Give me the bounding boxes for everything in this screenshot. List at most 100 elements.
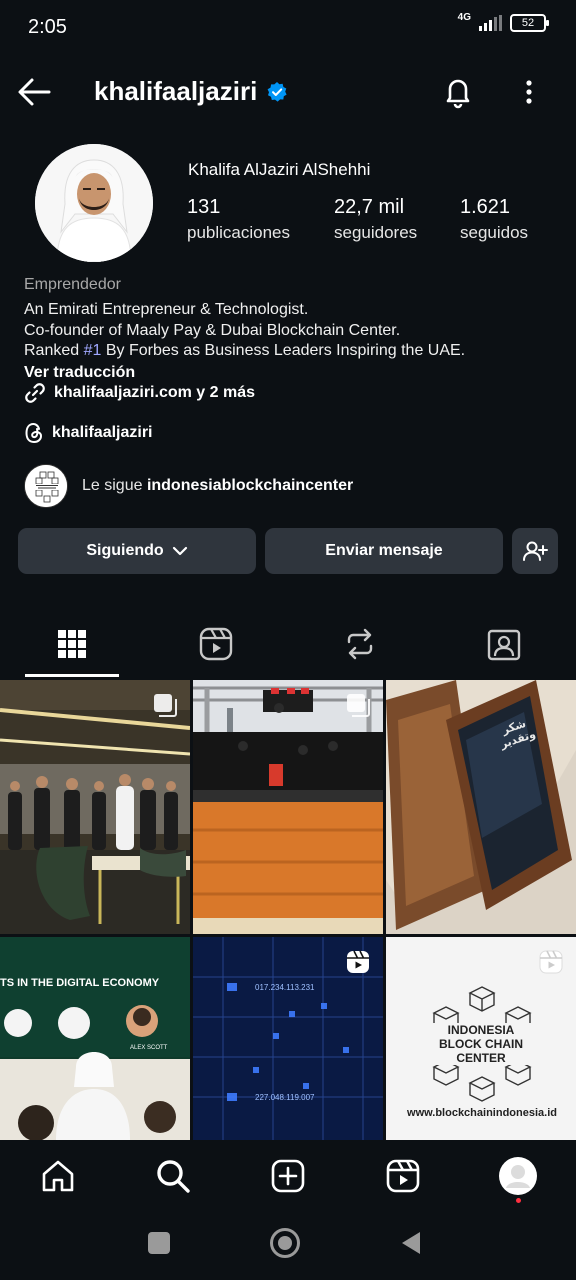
website-link[interactable]: khalifaaljaziri.com y 2 más bbox=[24, 382, 255, 404]
signal-icon bbox=[479, 15, 502, 31]
bio-section: Emprendedor An Emirati Entrepreneur & Te… bbox=[24, 276, 554, 384]
chevron-down-icon bbox=[172, 546, 187, 556]
threads-link[interactable]: khalifaaljaziri bbox=[24, 422, 153, 444]
arrow-left-icon bbox=[18, 78, 51, 106]
stat-label: publicaciones bbox=[187, 223, 291, 242]
post-image bbox=[386, 680, 576, 934]
ip-label: 017.234.113.231 bbox=[255, 983, 315, 992]
home-icon bbox=[42, 1160, 74, 1192]
post-thumbnail[interactable] bbox=[0, 680, 190, 934]
tab-reposts[interactable] bbox=[288, 612, 432, 676]
category-label: Emprendedor bbox=[24, 276, 121, 293]
reel-icon bbox=[347, 950, 369, 973]
following-button[interactable]: Siguiendo bbox=[18, 528, 256, 574]
search-icon bbox=[157, 1160, 190, 1193]
tab-tagged[interactable] bbox=[432, 612, 576, 676]
battery-icon: 52 bbox=[510, 14, 549, 32]
post-caption-overlay: TS IN THE DIGITAL ECONOMY bbox=[0, 977, 160, 989]
username: khalifaaljaziri bbox=[94, 76, 258, 106]
post-thumbnail[interactable]: شكر وتقدير bbox=[386, 680, 576, 934]
network-type: 4G bbox=[457, 11, 471, 23]
post-url-text: www.blockchainindonesia.id bbox=[407, 1107, 557, 1119]
nav-profile[interactable] bbox=[498, 1156, 538, 1196]
add-person-icon bbox=[523, 541, 548, 561]
tab-reels[interactable] bbox=[144, 612, 288, 676]
post-thumbnail[interactable]: 017.234.113.231 227.048.119.007 bbox=[193, 937, 383, 1140]
threads-handle: khalifaaljaziri bbox=[52, 424, 153, 441]
status-icons: 4G 52 bbox=[457, 11, 549, 32]
back-button[interactable] bbox=[16, 76, 52, 108]
grid-icon bbox=[58, 630, 86, 658]
followed-by-text: Le sigue indonesiablockchaincenter bbox=[82, 477, 353, 495]
nav-home[interactable] bbox=[38, 1156, 78, 1196]
status-time: 2:05 bbox=[28, 16, 67, 38]
see-translation-link[interactable]: Ver traducción bbox=[24, 362, 554, 384]
reel-icon bbox=[539, 950, 563, 974]
nav-reels[interactable] bbox=[383, 1156, 423, 1196]
verified-badge-icon bbox=[267, 81, 287, 102]
website-link-text: khalifaaljaziri.com y 2 más bbox=[54, 384, 255, 401]
status-bar: 2:05 4G 52 bbox=[0, 0, 576, 56]
post-thumbnail[interactable]: TS IN THE DIGITAL ECONOMY ALEX SCOTT bbox=[0, 937, 190, 1140]
stat-label: seguidores bbox=[334, 223, 418, 242]
active-tab-indicator bbox=[25, 674, 119, 677]
stat-label: seguidos bbox=[460, 223, 529, 242]
bio-text: By Forbes as Business Leaders Inspiring … bbox=[101, 342, 466, 359]
more-options-button[interactable] bbox=[516, 74, 542, 110]
stat-value: 1.621 bbox=[460, 196, 511, 218]
bio-line: Co-founder of Maaly Pay & Dubai Blockcha… bbox=[24, 321, 401, 339]
bio-text: Ranked bbox=[24, 342, 84, 359]
hashtag-link[interactable]: #1 bbox=[84, 342, 102, 359]
post-image bbox=[0, 680, 190, 934]
ip-label: 227.048.119.007 bbox=[255, 1093, 315, 1102]
post-image bbox=[0, 937, 190, 1140]
followed-by-prefix: Le sigue bbox=[82, 477, 147, 494]
profile-tabs bbox=[0, 612, 576, 676]
tagged-icon bbox=[487, 629, 521, 661]
indonesia-blockchain-logo bbox=[25, 465, 67, 507]
panelist-name: ALEX SCOTT bbox=[130, 1045, 168, 1051]
bell-icon bbox=[446, 79, 470, 109]
repost-icon bbox=[347, 628, 373, 660]
carousel-icon bbox=[347, 694, 370, 717]
mutual-follower-avatar bbox=[24, 464, 68, 508]
home-button[interactable] bbox=[270, 1228, 300, 1258]
posts-count[interactable]: 131 publicaciones bbox=[187, 196, 290, 243]
suggest-people-button[interactable] bbox=[512, 528, 558, 574]
message-button[interactable]: Enviar mensaje bbox=[265, 528, 503, 574]
bio-line: Ranked #1 By Forbes as Business Leaders … bbox=[24, 341, 554, 362]
following-label: Siguiendo bbox=[86, 542, 164, 559]
mutual-followers[interactable]: Le sigue indonesiablockchaincenter bbox=[24, 464, 353, 508]
profile-avatar[interactable] bbox=[35, 144, 153, 262]
stat-value: 131 bbox=[187, 196, 221, 218]
back-triangle-icon[interactable] bbox=[400, 1230, 422, 1256]
home-button-dot bbox=[278, 1236, 292, 1250]
profile-photo bbox=[35, 144, 153, 262]
nav-create[interactable] bbox=[268, 1156, 308, 1196]
tab-grid[interactable] bbox=[0, 612, 144, 676]
notifications-button[interactable] bbox=[440, 74, 476, 110]
followed-by-user[interactable]: indonesiablockchaincenter bbox=[147, 477, 353, 494]
nav-search[interactable] bbox=[153, 1156, 193, 1196]
post-thumbnail[interactable]: INDONESIA BLOCK CHAIN CENTER www.blockch… bbox=[386, 937, 576, 1140]
recent-apps-button[interactable] bbox=[148, 1232, 170, 1254]
following-count[interactable]: 1.621 seguidos bbox=[460, 196, 528, 243]
create-post-icon bbox=[271, 1159, 305, 1193]
carousel-icon bbox=[154, 694, 177, 717]
reels-icon bbox=[386, 1159, 420, 1193]
full-name: Khalifa AlJaziri AlShehhi bbox=[188, 160, 371, 179]
reels-icon bbox=[199, 627, 233, 661]
post-logo-text: INDONESIA BLOCK CHAIN CENTER bbox=[428, 1023, 534, 1065]
post-thumbnail[interactable] bbox=[193, 680, 383, 934]
bio-line: An Emirati Entrepreneur & Technologist. bbox=[24, 301, 309, 318]
more-vertical-icon bbox=[526, 80, 532, 104]
link-icon bbox=[25, 383, 45, 403]
profile-header: khalifaaljaziri bbox=[0, 66, 576, 118]
message-label: Enviar mensaje bbox=[325, 542, 443, 559]
threads-icon bbox=[25, 422, 43, 444]
notification-dot bbox=[516, 1198, 521, 1203]
followers-count[interactable]: 22,7 mil seguidores bbox=[334, 196, 417, 243]
username-title: khalifaaljaziri bbox=[94, 76, 287, 107]
system-navigation-bar bbox=[0, 1212, 576, 1280]
post-image bbox=[193, 680, 383, 934]
